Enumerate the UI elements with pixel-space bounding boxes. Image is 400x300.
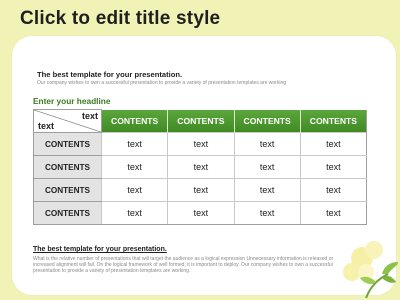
table-cell: text xyxy=(167,178,235,202)
row-header: CONTENTS xyxy=(33,178,102,202)
contents-table: text text CONTENTS CONTENTS CONTENTS CON… xyxy=(33,109,368,225)
table-cell: text xyxy=(167,201,235,225)
row-header: CONTENTS xyxy=(33,155,102,179)
column-header: CONTENTS xyxy=(299,109,368,133)
table-cell: text xyxy=(299,155,368,179)
footer-paragraph: What is the relative number of presentat… xyxy=(33,256,367,274)
corner-cell: text text xyxy=(33,109,102,133)
column-header: CONTENTS xyxy=(100,109,168,133)
headline: Enter your headline xyxy=(33,96,111,106)
table-cell: text xyxy=(100,178,169,202)
table-cell: text xyxy=(167,155,235,179)
column-header: CONTENTS xyxy=(167,109,234,133)
table-cell: text xyxy=(100,155,169,179)
footer-line: presentation to provide a variety of pre… xyxy=(33,268,191,274)
table-cell: text xyxy=(299,178,368,202)
subheading-description: Our company wishes to own a successful p… xyxy=(37,80,287,86)
table-row: CONTENTS text text text text xyxy=(33,132,368,156)
table-cell: text xyxy=(299,132,368,156)
leaf-decoration-icon xyxy=(343,241,398,298)
row-header: CONTENTS xyxy=(33,201,102,225)
table-cell: text xyxy=(233,178,301,202)
table-row: CONTENTS text text text text xyxy=(33,201,368,225)
table-cell: text xyxy=(100,201,169,225)
corner-label-bottom: text xyxy=(38,121,55,131)
table-cell: text xyxy=(100,132,169,156)
table-cell: text xyxy=(233,132,301,156)
table-row: CONTENTS text text text text xyxy=(33,155,368,179)
row-header: CONTENTS xyxy=(33,132,102,156)
column-header: CONTENTS xyxy=(233,109,301,133)
table-cell: text xyxy=(167,132,235,156)
corner-label-top: text xyxy=(81,111,98,121)
table-cell: text xyxy=(233,201,301,225)
table-cell: text xyxy=(233,155,301,179)
subheading: The best template for your presentation. xyxy=(37,70,183,79)
slide-title[interactable]: Click to edit title style xyxy=(20,8,220,30)
footer-heading: The best template for your presentation. xyxy=(33,246,167,253)
table-row: CONTENTS text text text text xyxy=(33,178,368,202)
table-cell: text xyxy=(299,201,368,225)
table-header-row: text text CONTENTS CONTENTS CONTENTS CON… xyxy=(33,109,368,133)
